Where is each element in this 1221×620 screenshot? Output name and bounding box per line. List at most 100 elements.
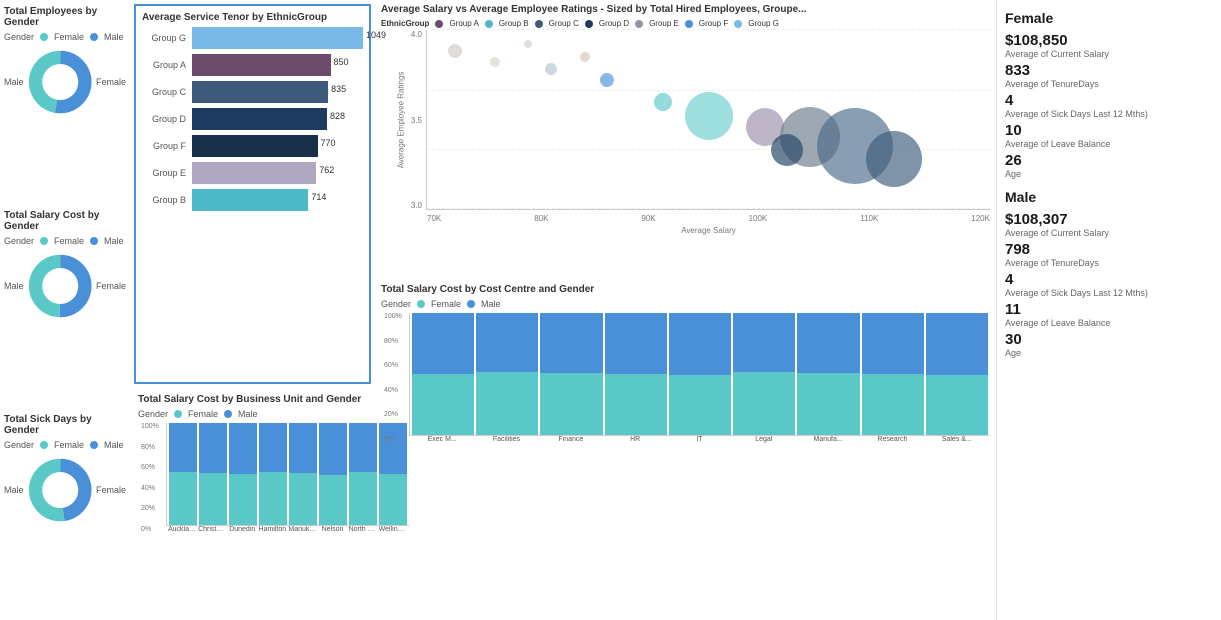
employees-chart-title: Total Employees by Gender bbox=[4, 6, 126, 28]
bar-container: 762 bbox=[192, 162, 363, 184]
sick-donut-chart bbox=[28, 456, 92, 524]
female-label-2: Female bbox=[54, 236, 84, 246]
business-unit-legend: Gender Female Male bbox=[138, 409, 367, 419]
male-dot-3 bbox=[90, 441, 98, 449]
female-segment bbox=[540, 373, 602, 435]
left-charts-column: Total Employees by Gender Gender Female … bbox=[0, 0, 130, 620]
cost-female-label: Female bbox=[431, 299, 461, 309]
female-label-1: Female bbox=[54, 32, 84, 42]
female-segment bbox=[319, 475, 347, 525]
group-c-dot bbox=[535, 20, 543, 28]
female-segment bbox=[669, 375, 731, 435]
y-tick: 60% bbox=[384, 362, 406, 369]
x-label: Sales &... bbox=[926, 436, 988, 443]
x-label: Exec M... bbox=[411, 436, 473, 443]
bars-row bbox=[409, 313, 990, 436]
bar-chart-rows: Group G 1049 Group A 850 Group C 835 Gro… bbox=[142, 27, 363, 211]
bar-container: 714 bbox=[192, 189, 363, 211]
y-tick: 80% bbox=[141, 444, 163, 451]
male-dot-1 bbox=[90, 33, 98, 41]
female-leave-label: Average of Leave Balance bbox=[1005, 139, 1213, 149]
scatter-y-label: Average Employee Ratings bbox=[397, 70, 406, 170]
sick-donut-wrapper: Male Female bbox=[4, 456, 126, 524]
stacked-bar-group bbox=[540, 313, 602, 435]
employees-donut-chart bbox=[28, 48, 92, 116]
bar-fill bbox=[192, 54, 331, 76]
stacked-bar-group bbox=[605, 313, 667, 435]
scatter-bubble bbox=[580, 52, 590, 62]
scatter-plot-area: 70K80K90K100K110K120KAverage Salary bbox=[426, 30, 990, 210]
male-sick-value: 4 bbox=[1005, 271, 1213, 288]
female-tenure-label: Average of TenureDays bbox=[1005, 79, 1213, 89]
sick-legend: Gender Female Male bbox=[4, 440, 126, 450]
salary-by-gender-section: Total Salary Cost by Gender Gender Femal… bbox=[4, 210, 126, 410]
salary-legend-label: Gender bbox=[4, 236, 34, 246]
scatter-panel: Average Salary vs Average Employee Ratin… bbox=[375, 0, 996, 280]
y-tick: 40% bbox=[384, 387, 406, 394]
x-ticks: 70K80K90K100K110K120K bbox=[427, 214, 990, 223]
bar-value: 762 bbox=[319, 165, 334, 175]
sick-by-gender-section: Total Sick Days by Gender Gender Female … bbox=[4, 414, 126, 614]
bar-row: Group D 828 bbox=[142, 108, 363, 130]
x-label: Hamilton bbox=[258, 526, 286, 533]
bar-row: Group C 835 bbox=[142, 81, 363, 103]
stacked-bar-group bbox=[259, 423, 287, 525]
bar-row: Group E 762 bbox=[142, 162, 363, 184]
bar-value: 770 bbox=[321, 138, 336, 148]
male-label-donut-3: Male bbox=[4, 485, 24, 495]
female-segment bbox=[199, 473, 227, 525]
employees-donut-wrapper: Male Female bbox=[4, 48, 126, 116]
female-segment bbox=[605, 374, 667, 435]
y-axis: 100%80%60%40%20%0% bbox=[381, 313, 409, 443]
stacked-bar-group bbox=[669, 313, 731, 435]
bar-fill bbox=[192, 189, 308, 211]
grid-line bbox=[427, 90, 990, 91]
employees-by-gender-section: Total Employees by Gender Gender Female … bbox=[4, 6, 126, 206]
female-segment bbox=[733, 372, 795, 435]
male-label-donut-1: Male bbox=[4, 77, 24, 87]
male-segment bbox=[349, 423, 377, 472]
male-dot-2 bbox=[90, 237, 98, 245]
x-label: Finance bbox=[540, 436, 602, 443]
stacked-bar-group bbox=[797, 313, 859, 435]
business-female-dot bbox=[174, 410, 182, 418]
female-stats-section: Female $108,850 Average of Current Salar… bbox=[1005, 10, 1213, 179]
salary-donut-chart bbox=[28, 252, 92, 320]
bar-row: Group F 770 bbox=[142, 135, 363, 157]
cost-legend-label: Gender bbox=[381, 299, 411, 309]
sick-chart-title: Total Sick Days by Gender bbox=[4, 414, 126, 436]
group-f-label: Group F bbox=[699, 19, 728, 28]
male-segment bbox=[199, 423, 227, 473]
bar-value: 835 bbox=[331, 84, 346, 94]
scatter-bubble bbox=[490, 57, 500, 67]
bar-fill bbox=[192, 162, 316, 184]
male-label-donut-2: Male bbox=[4, 281, 24, 291]
male-segment bbox=[797, 313, 859, 373]
female-age-item: 26 Age bbox=[1005, 152, 1213, 179]
bar-label: Group G bbox=[142, 33, 192, 43]
male-stats-section: Male $108,307 Average of Current Salary … bbox=[1005, 189, 1213, 358]
stacked-cost-chart: 100%80%60%40%20%0% Exec M...Fa bbox=[381, 313, 990, 443]
group-e-label: Group E bbox=[649, 19, 679, 28]
business-male-label: Male bbox=[238, 409, 258, 419]
x-tick: 80K bbox=[534, 214, 548, 223]
female-leave-value: 10 bbox=[1005, 122, 1213, 139]
female-segment bbox=[349, 472, 377, 525]
male-segment bbox=[169, 423, 197, 472]
scatter-plot: Average Employee Ratings4.03.53.070K80K9… bbox=[381, 30, 990, 210]
employees-legend: Gender Female Male bbox=[4, 32, 126, 42]
scatter-bubble bbox=[771, 134, 803, 166]
stacked-bar-group bbox=[862, 313, 924, 435]
x-label: HR bbox=[604, 436, 666, 443]
male-salary-value: $108,307 bbox=[1005, 211, 1213, 228]
bar-label: Group C bbox=[142, 87, 192, 97]
bar-label: Group F bbox=[142, 141, 192, 151]
group-g-dot bbox=[734, 20, 742, 28]
male-segment bbox=[476, 313, 538, 372]
bar-value: 828 bbox=[330, 111, 345, 121]
stacked-bar-group bbox=[199, 423, 227, 525]
bar-row: Group B 714 bbox=[142, 189, 363, 211]
x-tick: 100K bbox=[749, 214, 768, 223]
male-segment bbox=[259, 423, 287, 472]
y-tick: 3.5 bbox=[411, 116, 422, 125]
